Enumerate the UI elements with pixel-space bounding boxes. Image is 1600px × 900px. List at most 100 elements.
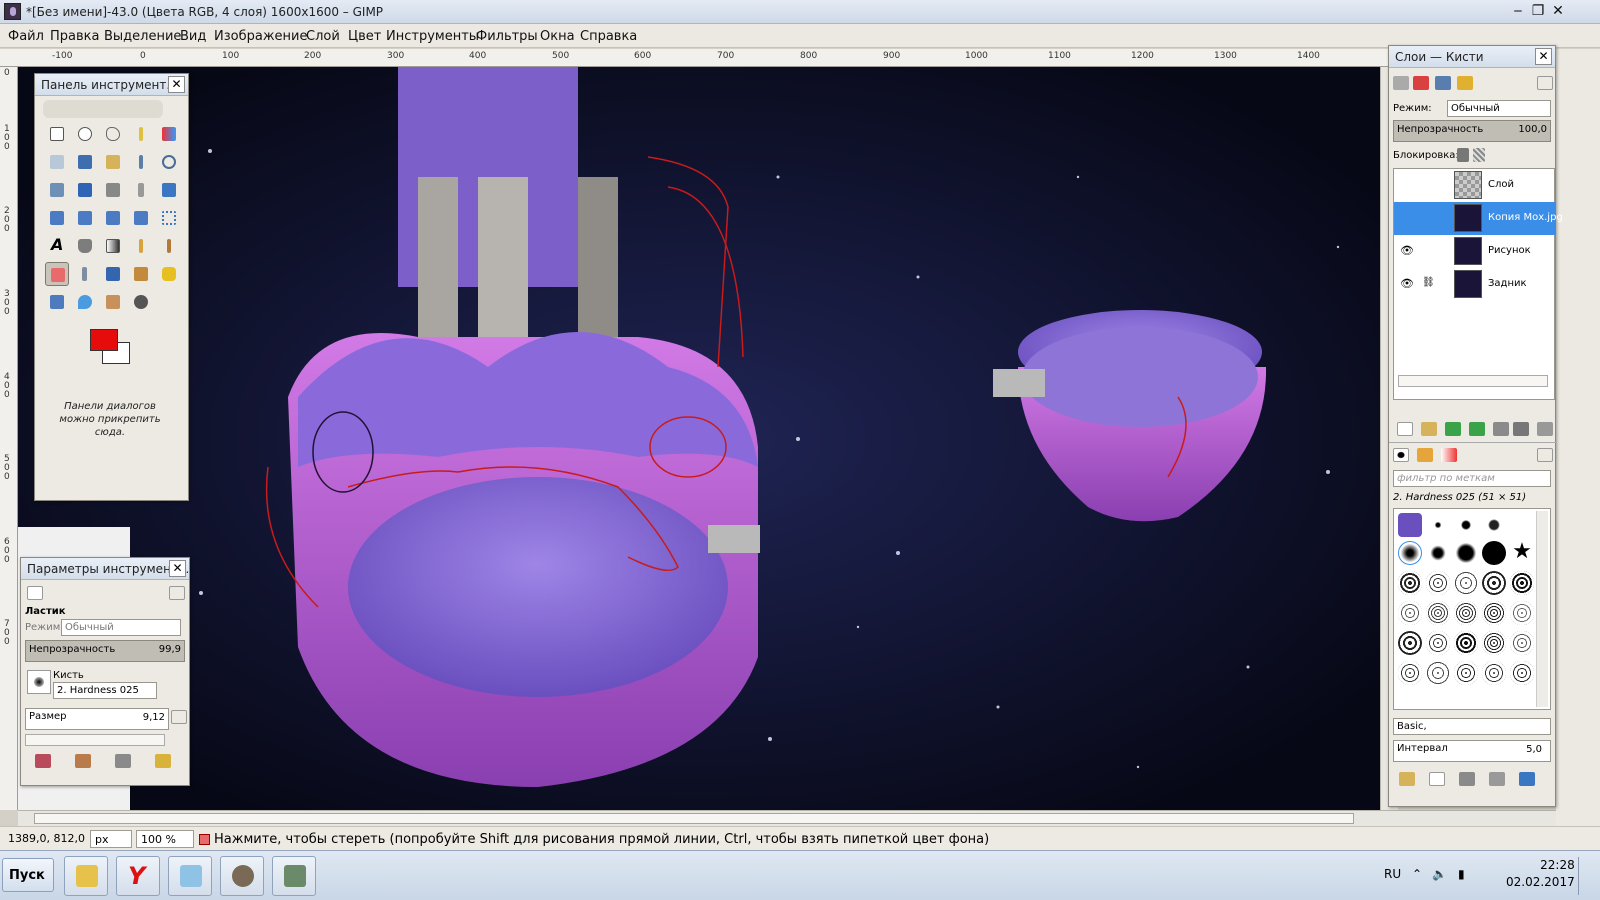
brush-thumbnail[interactable] (1398, 513, 1422, 537)
foreground-select-tool[interactable] (73, 150, 97, 174)
delete-options-icon[interactable] (115, 754, 131, 768)
refresh-brushes-icon[interactable] (1519, 772, 1535, 786)
rotate-tool[interactable] (157, 178, 181, 202)
image-canvas[interactable] (18, 67, 1380, 810)
layer-chain-icon[interactable]: ⛓ (1422, 277, 1435, 288)
brush-thumbnail[interactable] (1426, 661, 1450, 685)
raise-layer-icon[interactable] (1445, 422, 1461, 436)
paths-tab-icon[interactable] (1435, 76, 1451, 90)
mode-select[interactable]: Обычный (61, 619, 181, 636)
brush-thumbnail[interactable] (1426, 541, 1450, 565)
edit-brush-icon[interactable] (1399, 772, 1415, 786)
menu-view[interactable]: Вид (180, 29, 206, 44)
brush-thumbnail[interactable] (1510, 571, 1534, 595)
duplicate-brush-icon[interactable] (1459, 772, 1475, 786)
brushes-tab-icon[interactable] (1393, 448, 1409, 462)
menu-color[interactable]: Цвет (348, 29, 381, 44)
taskbar-app[interactable] (272, 856, 316, 896)
dock-menu-icon[interactable] (1537, 76, 1553, 90)
brushes-menu-icon[interactable] (1537, 448, 1553, 462)
clone-tool[interactable] (129, 262, 153, 286)
bucket-fill-tool[interactable] (73, 234, 97, 258)
layer-visibility-eye-icon[interactable]: 👁 (1400, 277, 1414, 290)
brush-thumbnail[interactable] (1426, 631, 1450, 655)
paths-tool[interactable] (101, 150, 125, 174)
brushes-vscroll[interactable] (1536, 511, 1548, 707)
new-brush-icon[interactable] (1429, 772, 1445, 786)
language-indicator[interactable]: RU (1384, 867, 1401, 881)
menu-select[interactable]: Выделение (104, 29, 181, 44)
dock-close-button[interactable]: ✕ (1535, 48, 1552, 65)
zoom-tool[interactable] (157, 150, 181, 174)
star-brush-icon[interactable]: ★ (1510, 541, 1534, 565)
brush-thumbnail[interactable] (1482, 571, 1506, 595)
maximize-button[interactable]: ❐ (1528, 2, 1548, 21)
layer-opacity-slider[interactable]: Непрозрачность 100,0 (1393, 120, 1551, 142)
smudge-tool[interactable] (101, 290, 125, 314)
brush-thumbnail[interactable] (1454, 601, 1478, 625)
channels-tab-icon[interactable] (1413, 76, 1429, 90)
new-layer-group-icon[interactable] (1421, 422, 1437, 436)
brush-thumbnail[interactable] (1510, 631, 1534, 655)
menu-image[interactable]: Изображение (214, 29, 307, 44)
clock[interactable]: 22:28 02.02.2017 (1506, 857, 1575, 891)
anchor-layer-icon[interactable] (1513, 422, 1529, 436)
toolbox-titlebar[interactable]: Панель инструмент... ✕ (35, 74, 188, 96)
text-tool[interactable]: A (45, 234, 69, 258)
horizontal-scrollbar[interactable] (18, 810, 1598, 826)
measure-tool[interactable] (45, 178, 69, 202)
color-select-tool[interactable] (157, 122, 181, 146)
layers-tab-icon[interactable] (1393, 76, 1409, 90)
layers-hscroll[interactable] (1398, 375, 1548, 387)
delete-layer-icon[interactable] (1537, 422, 1553, 436)
duplicate-layer-icon[interactable] (1493, 422, 1509, 436)
brush-thumbnail[interactable] (1426, 571, 1450, 595)
brush-thumbnail[interactable] (1482, 631, 1506, 655)
brush-thumbnail[interactable] (1454, 631, 1478, 655)
brush-set-select[interactable]: Basic, (1393, 718, 1551, 735)
undo-history-tab-icon[interactable] (1457, 76, 1473, 90)
airbrush-tool[interactable] (73, 262, 97, 286)
taskbar-gimp[interactable] (220, 856, 264, 896)
paintbrush-tool[interactable] (157, 234, 181, 258)
zoom-select[interactable]: 100 % (136, 830, 194, 848)
menu-filters[interactable]: Фильтры (476, 29, 538, 44)
fuzzy-select-tool[interactable] (129, 122, 153, 146)
brush-thumbnail[interactable] (1454, 571, 1478, 595)
options-hscroll[interactable] (25, 734, 165, 746)
foreground-color-swatch[interactable] (90, 329, 118, 351)
crop-tool[interactable] (129, 178, 153, 202)
menu-layer[interactable]: Слой (306, 29, 340, 44)
tab-menu-icon[interactable] (169, 586, 185, 600)
layer-mode-select[interactable]: Обычный (1447, 100, 1551, 117)
shear-tool[interactable] (73, 206, 97, 230)
brush-preview[interactable] (27, 670, 51, 694)
tray-expand-icon[interactable]: ⌃ (1412, 867, 1422, 881)
perspective-tool[interactable] (101, 206, 125, 230)
align-tool[interactable] (101, 178, 125, 202)
menu-file[interactable]: Файл (8, 29, 44, 44)
save-options-icon[interactable] (35, 754, 51, 768)
restore-options-icon[interactable] (75, 754, 91, 768)
brush-thumbnail[interactable] (1398, 631, 1422, 655)
delete-brush-icon[interactable] (1489, 772, 1505, 786)
pencil-tool[interactable] (129, 234, 153, 258)
move-tool[interactable] (73, 178, 97, 202)
new-layer-icon[interactable] (1397, 422, 1413, 436)
cage-tool[interactable] (157, 206, 181, 230)
ink-tool[interactable] (101, 262, 125, 286)
brush-thumbnail-selected[interactable] (1398, 541, 1422, 565)
opacity-slider[interactable]: Непрозрачность 99,9 (25, 640, 185, 662)
flip-tool[interactable] (129, 206, 153, 230)
brush-name-field[interactable]: 2. Hardness 025 (53, 682, 157, 699)
menu-help[interactable]: Справка (580, 29, 637, 44)
network-icon[interactable]: ▮ (1458, 867, 1465, 881)
close-window-button[interactable]: ✕ (1548, 2, 1568, 21)
menu-edit[interactable]: Правка (50, 29, 99, 44)
lock-pixels-icon[interactable] (1457, 148, 1469, 162)
menu-tools[interactable]: Инструменты (386, 29, 479, 44)
brush-thumbnail[interactable] (1454, 661, 1478, 685)
brush-thumbnail[interactable] (1482, 513, 1506, 537)
toolbox-close-button[interactable]: ✕ (168, 76, 185, 93)
unit-select[interactable]: px (90, 830, 132, 848)
